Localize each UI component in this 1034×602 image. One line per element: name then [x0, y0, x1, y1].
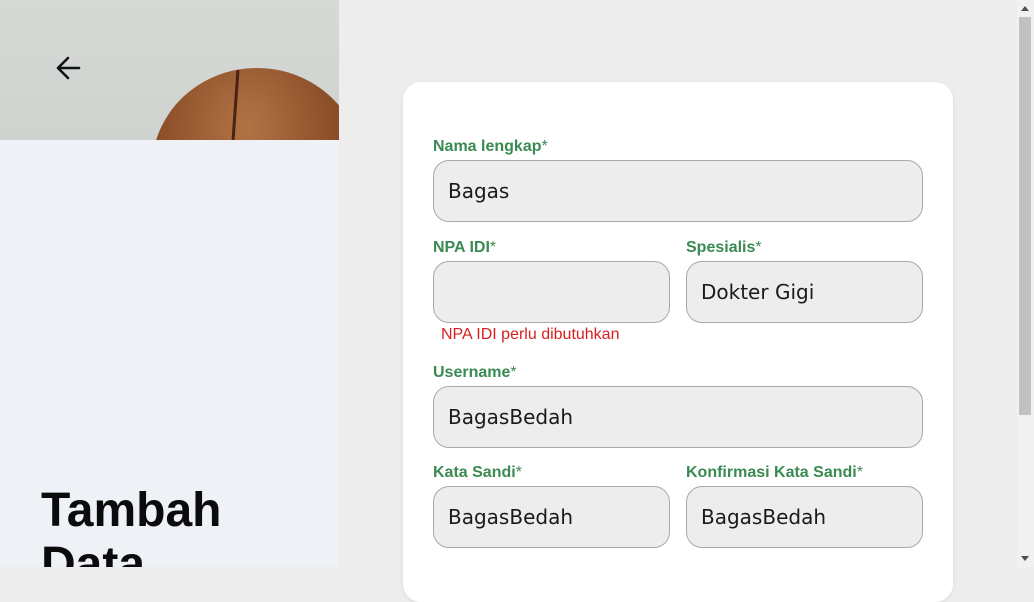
- kata-sandi-field: Kata Sandi*: [433, 464, 670, 548]
- hair-shape: [152, 68, 339, 140]
- username-label: Username*: [433, 364, 517, 381]
- konfirmasi-kata-sandi-field: Konfirmasi Kata Sandi*: [686, 464, 923, 548]
- npa-idi-label: NPA IDI*: [433, 239, 497, 256]
- kata-sandi-label: Kata Sandi*: [433, 464, 522, 481]
- scroll-down-icon[interactable]: [1021, 556, 1029, 561]
- npa-idi-error: NPA IDI perlu dibutuhkan: [441, 326, 620, 343]
- konfirmasi-kata-sandi-input[interactable]: [686, 486, 923, 548]
- spesialis-input[interactable]: [686, 261, 923, 323]
- scroll-up-icon[interactable]: [1021, 6, 1029, 11]
- spesialis-label: Spesialis*: [686, 239, 762, 256]
- scroll-thumb[interactable]: [1019, 17, 1031, 415]
- username-input[interactable]: [433, 386, 923, 448]
- form-card: Nama lengkap* NPA IDI* NPA IDI perlu dib…: [403, 82, 953, 602]
- nama-lengkap-label: Nama lengkap*: [433, 138, 548, 155]
- konfirmasi-kata-sandi-label: Konfirmasi Kata Sandi*: [686, 464, 863, 481]
- spesialis-field: Spesialis*: [686, 239, 923, 323]
- kata-sandi-input[interactable]: [433, 486, 670, 548]
- vertical-scrollbar[interactable]: [1017, 0, 1034, 567]
- npa-idi-field: NPA IDI* NPA IDI perlu dibutuhkan: [433, 239, 670, 344]
- arrow-left-icon: [56, 56, 81, 80]
- npa-idi-input[interactable]: [433, 261, 670, 323]
- page-title: Tambah Data: [41, 484, 222, 567]
- back-button[interactable]: [46, 46, 90, 90]
- username-field: Username*: [433, 364, 923, 448]
- nama-lengkap-field: Nama lengkap*: [433, 138, 923, 222]
- left-panel: Tambah Data: [0, 0, 339, 567]
- nama-lengkap-input[interactable]: [433, 160, 923, 222]
